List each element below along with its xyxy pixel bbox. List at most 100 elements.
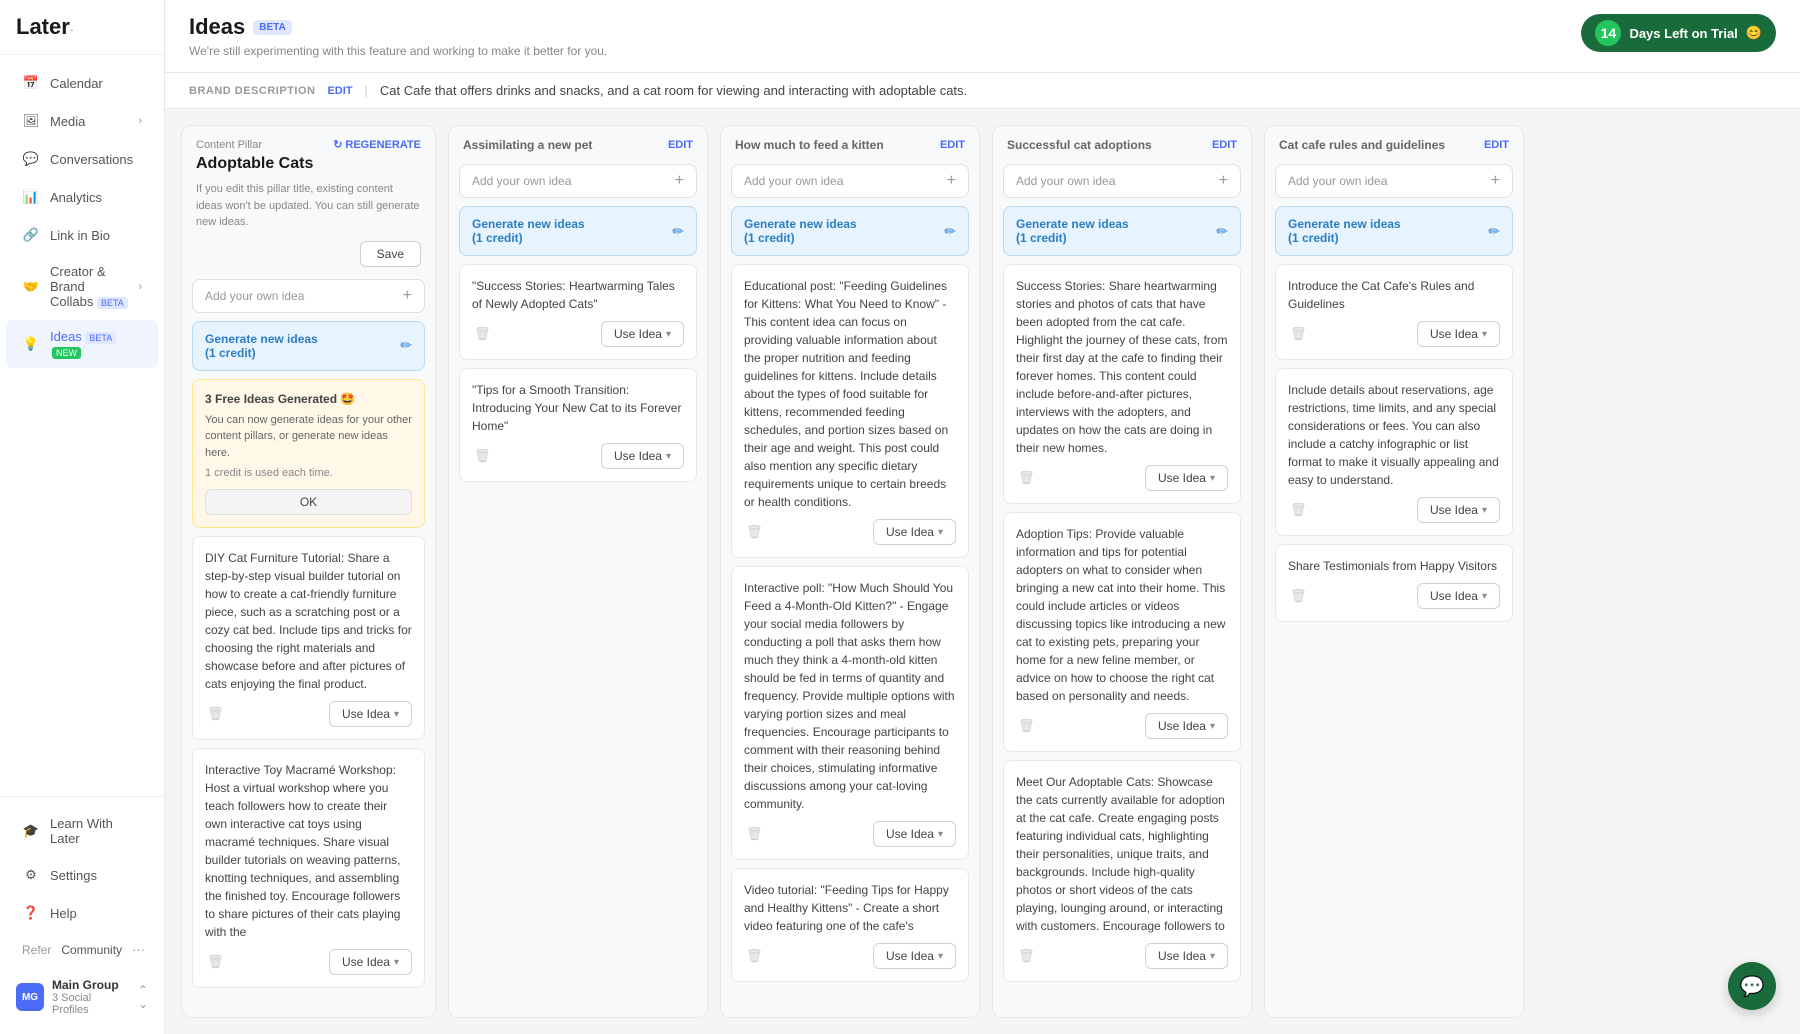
sidebar-item-label: Analytics	[50, 190, 102, 205]
delete-idea-button[interactable]: 🗑	[1288, 324, 1309, 344]
sidebar-item-settings[interactable]: ⚙ Settings	[6, 857, 158, 893]
chat-bubble-icon: 💬	[1740, 974, 1765, 999]
sidebar-item-label: Media	[50, 114, 85, 129]
columns-area: Content Pillar ↻ REGENERATE Adoptable Ca…	[165, 109, 1800, 1034]
save-button[interactable]: Save	[360, 241, 421, 267]
sidebar-item-media[interactable]: 🖼 Media ›	[6, 103, 158, 139]
delete-idea-button[interactable]: 🗑	[205, 704, 226, 724]
refer-label: Refer	[22, 943, 51, 957]
generate-btn-label: Generate new ideas(1 credit)	[205, 332, 318, 360]
use-idea-button[interactable]: Use Idea ▾	[329, 701, 412, 727]
pencil-icon: ✏	[1488, 223, 1500, 240]
delete-idea-button[interactable]: 🗑	[472, 324, 493, 344]
use-idea-button[interactable]: Use Idea ▾	[329, 949, 412, 975]
caret-icon: ▾	[666, 451, 671, 462]
sidebar-item-refer-community[interactable]: Refer Community ···	[6, 933, 158, 966]
caret-icon: ▾	[938, 527, 943, 538]
delete-idea-button[interactable]: 🗑	[744, 522, 765, 542]
idea-card: Adoption Tips: Provide valuable informat…	[1003, 512, 1241, 752]
sidebar-item-conversations[interactable]: 💬 Conversations	[6, 141, 158, 177]
delete-idea-button[interactable]: 🗑	[744, 946, 765, 966]
use-idea-button[interactable]: Use Idea ▾	[1145, 465, 1228, 491]
generate-ideas-button[interactable]: Generate new ideas(1 credit) ✏	[731, 206, 969, 256]
sidebar-item-creator-brand[interactable]: 🤝 Creator & Brand Collabs BETA ›	[6, 255, 158, 318]
beta-badge: BETA	[97, 297, 128, 309]
sidebar-item-learn[interactable]: 🎓 Learn With Later	[6, 807, 158, 855]
idea-card-actions: 🗑 Use Idea ▾	[1288, 321, 1500, 347]
use-idea-button[interactable]: Use Idea ▾	[601, 443, 684, 469]
sidebar-item-label: Learn With Later	[50, 816, 142, 846]
sidebar-item-calendar[interactable]: 📅 Calendar	[6, 65, 158, 101]
delete-idea-button[interactable]: 🗑	[1288, 500, 1309, 520]
sidebar-item-analytics[interactable]: 📊 Analytics	[6, 179, 158, 215]
sidebar-item-help[interactable]: ❓ Help	[6, 895, 158, 931]
delete-idea-button[interactable]: 🗑	[472, 446, 493, 466]
column-title: Successful cat adoptions	[1007, 138, 1152, 152]
generate-btn-label: Generate new ideas(1 credit)	[472, 217, 585, 245]
pillar-title: Adoptable Cats	[196, 155, 421, 173]
add-idea-row[interactable]: Add your own idea +	[1003, 164, 1241, 198]
arrow-icon: ›	[138, 281, 142, 293]
use-idea-button[interactable]: Use Idea ▾	[873, 821, 956, 847]
use-idea-button[interactable]: Use Idea ▾	[1417, 321, 1500, 347]
use-idea-button[interactable]: Use Idea ▾	[1145, 713, 1228, 739]
regenerate-icon: ↻	[333, 138, 342, 151]
content-pillar-label: Content Pillar	[196, 139, 262, 151]
idea-text: Interactive Toy Macramé Workshop: Host a…	[205, 761, 412, 941]
generate-ideas-button[interactable]: Generate new ideas(1 credit) ✏	[459, 206, 697, 256]
chat-bubble-button[interactable]: 💬	[1728, 962, 1776, 1010]
sidebar-item-ideas[interactable]: 💡 Ideas BETA NEW	[6, 320, 158, 368]
generate-ideas-button[interactable]: Generate new ideas(1 credit) ✏	[1003, 206, 1241, 256]
column-header-assimilating: Assimilating a new pet EDIT	[449, 126, 707, 164]
sidebar-item-label: Help	[50, 906, 77, 921]
caret-icon: ▾	[1210, 951, 1215, 962]
column-body-rules: Add your own idea + Generate new ideas(1…	[1265, 164, 1523, 1017]
delete-idea-button[interactable]: 🗑	[1016, 946, 1037, 966]
idea-card-actions: 🗑 Use Idea ▾	[1016, 943, 1228, 969]
idea-text: DIY Cat Furniture Tutorial: Share a step…	[205, 549, 412, 693]
beta-tag: BETA	[253, 20, 291, 35]
column-body-adoptions: Add your own idea + Generate new ideas(1…	[993, 164, 1251, 1017]
brand-edit-button[interactable]: EDIT	[327, 85, 352, 97]
calendar-icon: 📅	[22, 74, 40, 92]
regenerate-button[interactable]: ↻ REGENERATE	[333, 138, 421, 151]
idea-card: Share Testimonials from Happy Visitors 🗑…	[1275, 544, 1513, 622]
delete-idea-button[interactable]: 🗑	[205, 952, 226, 972]
delete-idea-button[interactable]: 🗑	[744, 824, 765, 844]
ok-button[interactable]: OK	[205, 489, 412, 515]
generate-ideas-button[interactable]: Generate new ideas(1 credit) ✏	[1275, 206, 1513, 256]
add-idea-row[interactable]: Add your own idea +	[459, 164, 697, 198]
column-edit-button[interactable]: EDIT	[1484, 139, 1509, 151]
use-idea-button[interactable]: Use Idea ▾	[1145, 943, 1228, 969]
idea-card-actions: 🗑 Use Idea ▾	[744, 519, 956, 545]
sidebar-item-label: Conversations	[50, 152, 133, 167]
generate-btn-label: Generate new ideas(1 credit)	[744, 217, 857, 245]
creator-icon: 🤝	[22, 278, 40, 296]
column-edit-button[interactable]: EDIT	[1212, 139, 1237, 151]
delete-idea-button[interactable]: 🗑	[1016, 716, 1037, 736]
delete-idea-button[interactable]: 🗑	[1016, 468, 1037, 488]
use-idea-button[interactable]: Use Idea ▾	[873, 519, 956, 545]
add-idea-row[interactable]: Add your own idea +	[731, 164, 969, 198]
delete-idea-button[interactable]: 🗑	[1288, 586, 1309, 606]
column-edit-button[interactable]: EDIT	[668, 139, 693, 151]
add-idea-row[interactable]: Add your own idea +	[192, 279, 425, 313]
use-idea-button[interactable]: Use Idea ▾	[873, 943, 956, 969]
column-title: How much to feed a kitten	[735, 138, 884, 152]
sidebar-item-link-in-bio[interactable]: 🔗 Link in Bio	[6, 217, 158, 253]
generate-ideas-button[interactable]: Generate new ideas(1 credit) ✏	[192, 321, 425, 371]
use-idea-button[interactable]: Use Idea ▾	[1417, 583, 1500, 609]
header-subtitle: We're still experimenting with this feat…	[189, 44, 607, 58]
idea-card-actions: 🗑 Use Idea ▾	[472, 321, 684, 347]
brand-bar: BRAND DESCRIPTION EDIT | Cat Cafe that o…	[165, 73, 1800, 109]
column-edit-button[interactable]: EDIT	[940, 139, 965, 151]
idea-card: Introduce the Cat Cafe's Rules and Guide…	[1275, 264, 1513, 360]
sidebar-profile[interactable]: MG Main Group 3 Social Profiles ⌃⌄	[0, 968, 164, 1026]
ideas-gen-credit: 1 credit is used each time.	[205, 467, 412, 479]
add-idea-row[interactable]: Add your own idea +	[1275, 164, 1513, 198]
column-adoptions: Successful cat adoptions EDIT Add your o…	[992, 125, 1252, 1018]
logo: Later·	[0, 0, 164, 55]
use-idea-button[interactable]: Use Idea ▾	[601, 321, 684, 347]
use-idea-button[interactable]: Use Idea ▾	[1417, 497, 1500, 523]
caret-icon: ▾	[1482, 505, 1487, 516]
